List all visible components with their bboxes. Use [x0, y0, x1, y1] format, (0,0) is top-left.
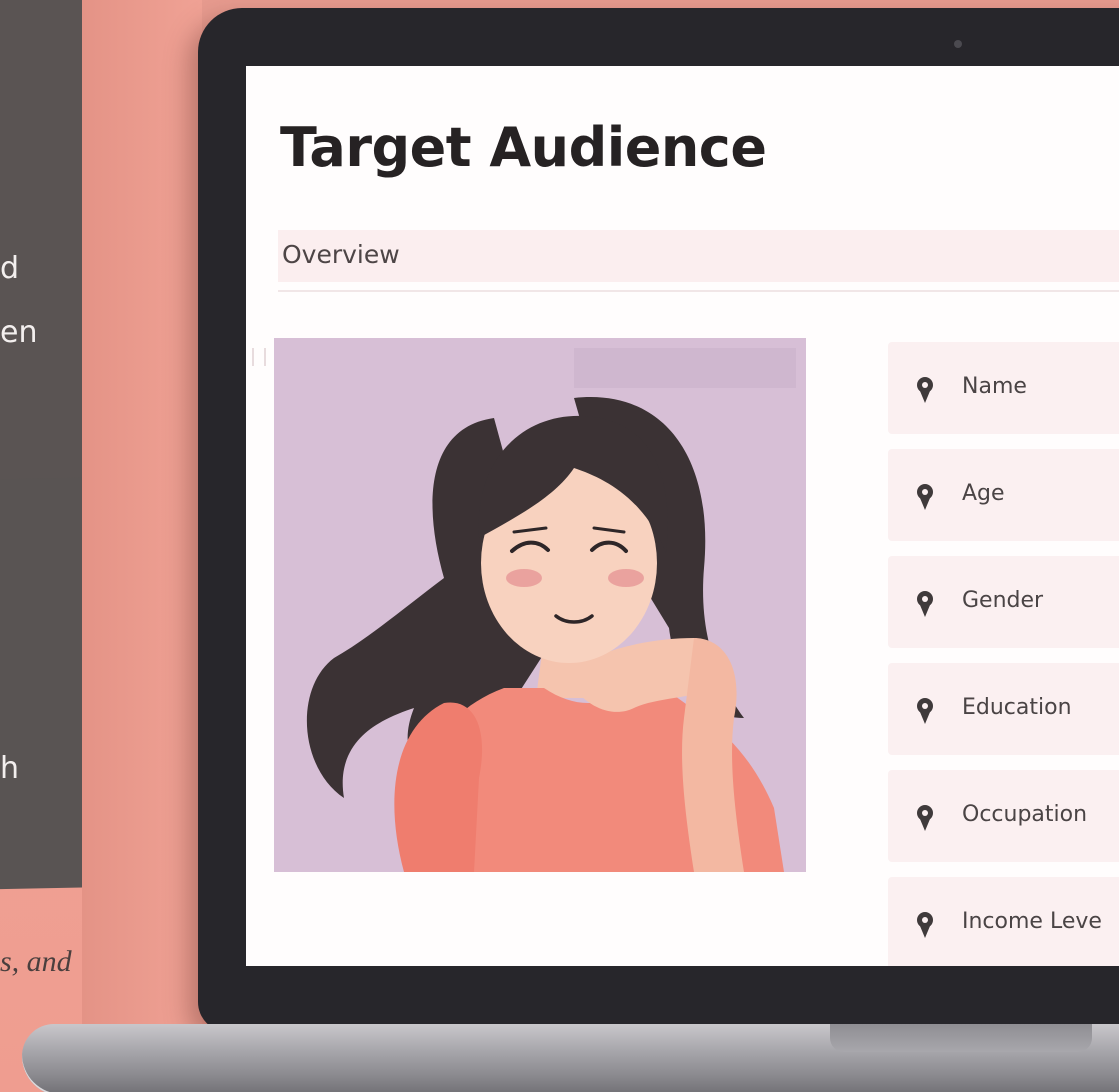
background-text-fragment: en [0, 315, 38, 350]
map-pin-icon [917, 591, 933, 617]
field-row-name[interactable]: Name [888, 342, 1119, 434]
woman-avatar-illustration [274, 338, 806, 872]
section-header: Overview [278, 230, 1119, 282]
map-pin-icon [917, 805, 933, 831]
map-pin-icon [917, 377, 933, 403]
persona-field-list: Name Age Gender Education Occupation Inc… [888, 342, 1119, 966]
field-row-income-level[interactable]: Income Leve [888, 877, 1119, 966]
field-row-occupation[interactable]: Occupation [888, 770, 1119, 862]
background-italic-caption: s, and [0, 945, 72, 978]
field-label: Income Leve [962, 909, 1102, 934]
field-label: Age [962, 481, 1005, 506]
field-row-age[interactable]: Age [888, 449, 1119, 541]
background-text-fragment: d [0, 251, 20, 286]
drag-handle-icon[interactable] [252, 348, 266, 366]
map-pin-icon [917, 912, 933, 938]
laptop-screen: Target Audience Overview Name Age Gender… [246, 66, 1119, 966]
laptop-base [22, 1024, 1119, 1092]
background-dark-panel [0, 0, 82, 480]
laptop-lid-notch [830, 1024, 1092, 1052]
webcam [954, 40, 962, 48]
field-label: Education [962, 695, 1072, 720]
map-pin-icon [917, 698, 933, 724]
page-title: Target Audience [280, 116, 767, 179]
persona-illustration [274, 338, 806, 872]
field-label: Gender [962, 588, 1044, 613]
background-dark-panel-lower [0, 477, 82, 890]
field-label: Occupation [962, 802, 1088, 827]
promo-scene: d en h s, and Target Audience Overview N… [0, 0, 1119, 1092]
field-row-education[interactable]: Education [888, 663, 1119, 755]
laptop-lid: Target Audience Overview Name Age Gender… [198, 8, 1119, 1032]
field-label: Name [962, 374, 1027, 399]
background-text-fragment: h [0, 751, 20, 786]
divider [278, 290, 1119, 292]
map-pin-icon [917, 484, 933, 510]
field-row-gender[interactable]: Gender [888, 556, 1119, 648]
section-label: Overview [282, 240, 400, 269]
background-pink-band [82, 0, 202, 1092]
